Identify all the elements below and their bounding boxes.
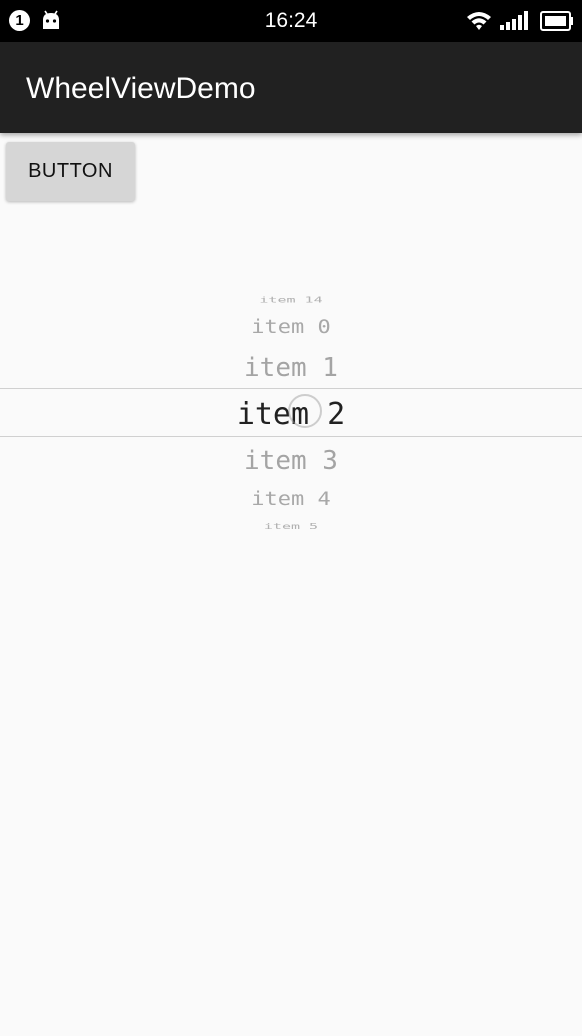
status-clock: 16:24 [264,9,318,32]
status-bar: 1 16:24 [0,0,582,42]
wheel-item[interactable]: item 14 [0,293,582,306]
touch-indicator [288,394,322,428]
wifi-icon [467,12,491,30]
app-title: WheelViewDemo [26,72,256,105]
wheel-item[interactable]: item 1 [0,350,582,386]
wheel-top-divider [0,388,582,389]
app-bar: WheelViewDemo [0,42,582,133]
battery-icon [540,11,573,31]
demo-button[interactable]: BUTTON [6,142,135,201]
signal-icon [500,11,528,30]
wheel-item[interactable]: item 5 [0,519,582,532]
wheel-item[interactable]: item 3 [0,443,582,479]
wheel-item[interactable]: item 4 [0,486,582,513]
wheel-item[interactable]: item 0 [0,314,582,341]
wheel-bottom-divider [0,436,582,437]
